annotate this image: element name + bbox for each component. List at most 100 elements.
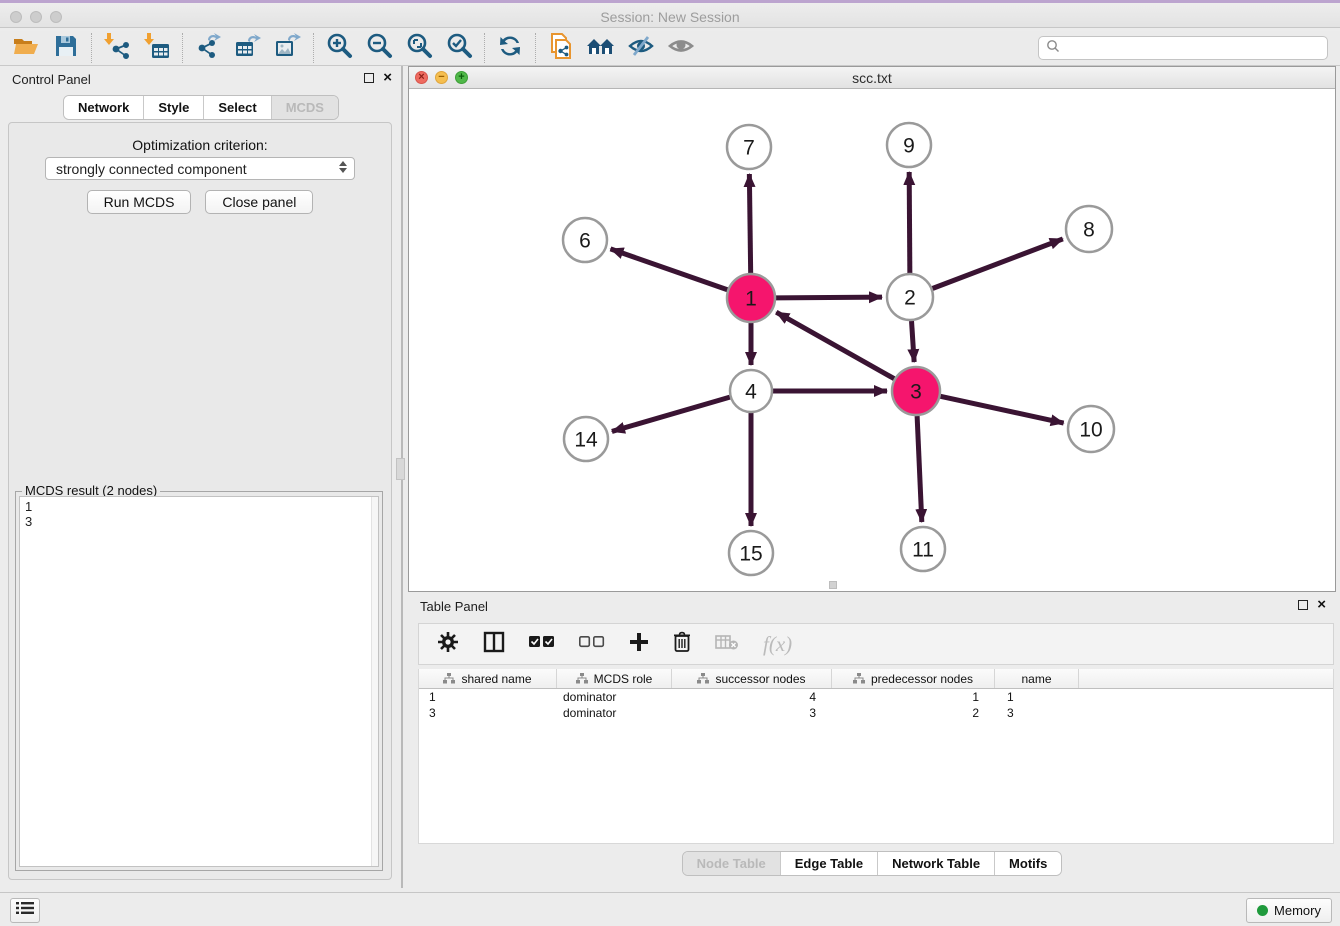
graph-edge-3-10[interactable] [940,396,1063,423]
zoom-out-icon [365,32,393,65]
search-box[interactable] [1038,36,1328,60]
graph-node-15[interactable]: 15 [729,531,773,575]
mcds-result-text[interactable]: 1 3 [19,496,379,867]
close-table-panel-icon[interactable]: × [1317,599,1326,611]
zoom-in-icon [325,32,353,65]
tab-mcds[interactable]: MCDS [271,96,338,119]
column-header-shared-name[interactable]: shared name [419,669,557,688]
graph-node-1[interactable]: 1 [727,274,775,322]
import-network-icon [103,32,131,65]
graph-node-7[interactable]: 7 [727,125,771,169]
graph-edge-2-3[interactable] [912,321,915,362]
show-columns-icon[interactable] [483,631,505,658]
export-network-icon [194,32,222,65]
graph-node-2[interactable]: 2 [887,274,933,320]
control-panel-title: Control Panel [12,72,91,87]
import-network-button[interactable] [97,32,137,64]
column-header-predecessor-nodes[interactable]: predecessor nodes [832,669,995,688]
float-panel-icon[interactable] [364,73,374,83]
hide-graphics-details-button[interactable] [621,32,661,64]
tab-network-table[interactable]: Network Table [877,852,994,875]
home-button[interactable] [581,32,621,64]
close-panel-icon[interactable]: × [383,72,392,84]
tab-edge-table[interactable]: Edge Table [780,852,877,875]
export-table-icon [234,32,262,65]
network-canvas[interactable]: 1 2 3 4 6 7 8 9 10 11 14 15 [409,89,1335,591]
graph-node-8[interactable]: 8 [1066,206,1112,252]
tab-style[interactable]: Style [143,96,203,119]
graph-node-6[interactable]: 6 [563,218,607,262]
clone-network-button[interactable] [541,32,581,64]
column-header-mcds-role[interactable]: MCDS role [557,669,672,688]
graph-edge-2-8[interactable] [932,239,1062,289]
save-session-button[interactable] [46,32,86,64]
toolbar-separator [182,33,183,63]
list-icon [16,901,34,920]
home-icon [586,34,616,63]
search-input[interactable] [1061,39,1327,57]
graph-edge-1-2[interactable] [776,297,882,298]
graph-edge-4-14[interactable] [612,397,730,431]
close-panel-button[interactable]: Close panel [205,190,313,214]
graph-node-10[interactable]: 10 [1068,406,1114,452]
show-panels-button[interactable] [10,898,40,923]
graph-edge-3-1[interactable] [776,312,894,378]
float-table-panel-icon[interactable] [1298,600,1308,610]
add-column-icon[interactable] [629,632,649,657]
zoom-selected-button[interactable] [439,32,479,64]
delete-columns-icon[interactable] [673,631,691,658]
network-view-window: × − + scc.txt 1 2 3 4 6 7 8 9 10 11 14 15 [408,66,1336,592]
import-table-button[interactable] [137,32,177,64]
graph-node-4[interactable]: 4 [730,370,772,412]
graph-node-14[interactable]: 14 [564,417,608,461]
status-bar: Memory [0,892,1340,926]
graph-node-9[interactable]: 9 [887,123,931,167]
export-table-button[interactable] [228,32,268,64]
graph-edge-2-9[interactable] [909,172,910,273]
memory-button[interactable]: Memory [1246,898,1332,923]
graph-edge-1-7[interactable] [749,174,750,273]
graph-edge-3-11[interactable] [917,416,922,522]
clone-network-icon [547,32,575,65]
table-row[interactable]: 1 dominator 4 1 1 [419,689,1333,705]
graph-node-3[interactable]: 3 [892,367,940,415]
tab-select[interactable]: Select [203,96,270,119]
column-header-successor-nodes[interactable]: successor nodes [672,669,832,688]
panel-splitter-grip[interactable] [396,458,405,480]
zoom-out-button[interactable] [359,32,399,64]
apply-layout-button[interactable] [490,32,530,64]
clear-all-checkboxes-icon[interactable] [579,635,605,654]
network-graph[interactable]: 1 2 3 4 6 7 8 9 10 11 14 15 [409,89,1335,591]
zoom-fit-button[interactable] [399,32,439,64]
tab-motifs[interactable]: Motifs [994,852,1061,875]
zoom-in-button[interactable] [319,32,359,64]
open-session-button[interactable] [6,32,46,64]
window-title: Session: New Session [0,9,1340,25]
table-panel: Table Panel × f(x) shared name MCDS role… [408,595,1336,888]
result-scrollbar[interactable] [371,497,378,866]
tab-node-table[interactable]: Node Table [683,852,780,875]
network-view-titlebar[interactable]: × − + scc.txt [409,67,1335,89]
save-floppy-icon [54,34,78,63]
toolbar-separator [313,33,314,63]
show-graphics-details-button[interactable] [661,32,701,64]
select-all-checkboxes-icon[interactable] [529,635,555,654]
zoom-fit-icon [405,32,433,65]
toolbar-separator [535,33,536,63]
export-network-button[interactable] [188,32,228,64]
open-folder-icon [12,34,40,63]
canvas-scroll-thumb[interactable] [829,581,837,589]
table-panel-title: Table Panel [420,599,488,614]
table-row[interactable]: 3 dominator 3 2 3 [419,705,1333,721]
column-header-name[interactable]: name [995,669,1079,688]
table-settings-icon[interactable] [437,631,459,658]
toolbar-separator [484,33,485,63]
export-image-button[interactable] [268,32,308,64]
tab-network[interactable]: Network [64,96,143,119]
graph-node-11[interactable]: 11 [901,527,945,571]
memory-status-icon [1257,905,1268,916]
graph-edge-1-6[interactable] [610,249,727,290]
optimization-criterion-select[interactable]: strongly connected component [45,157,355,180]
run-mcds-button[interactable]: Run MCDS [87,190,192,214]
eye-icon [667,34,695,63]
